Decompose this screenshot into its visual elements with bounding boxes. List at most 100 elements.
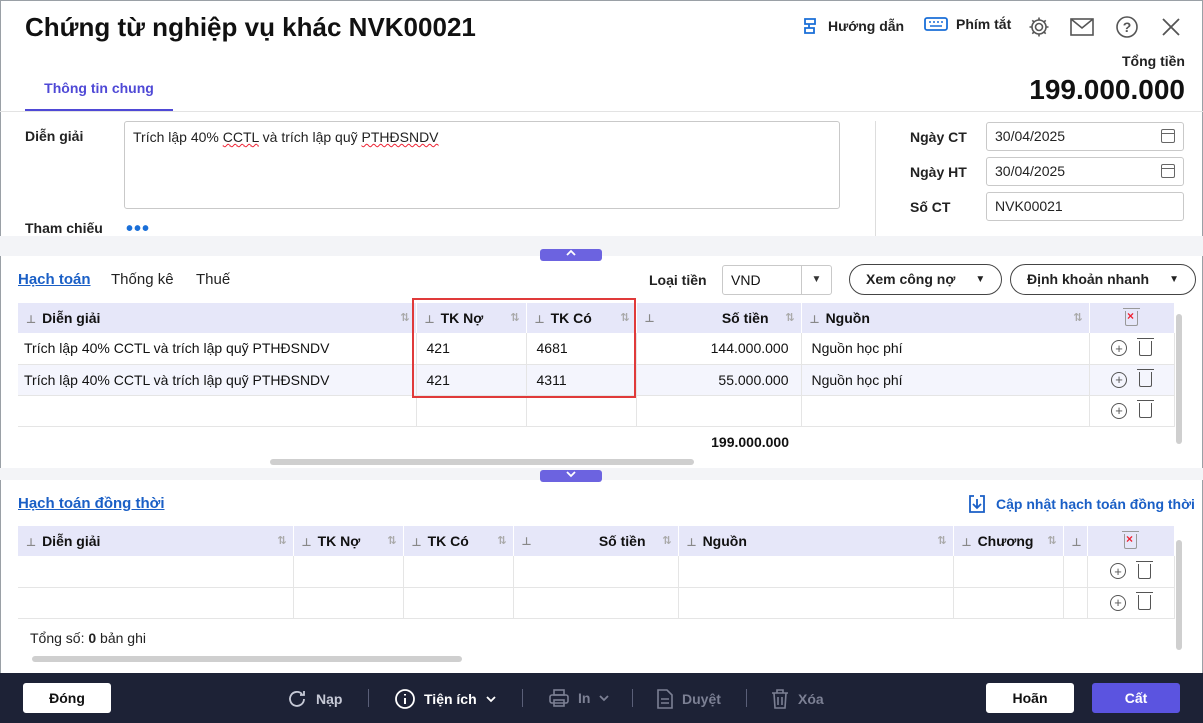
column-header-description[interactable]: ⊥ Diễn giải ⇅: [18, 303, 417, 333]
approve-button[interactable]: Duyệt: [656, 688, 721, 710]
cancel-button[interactable]: Hoãn: [986, 683, 1074, 713]
column-header-actions: [1089, 303, 1175, 333]
page-title: Chứng từ nghiệp vụ khác NVK00021: [25, 12, 476, 42]
cell-source[interactable]: Nguồn học phí: [801, 333, 1090, 365]
currency-select[interactable]: VND ▼: [722, 265, 832, 295]
column-header-actions: [1087, 526, 1175, 556]
column-header-source[interactable]: ⊥ Nguồn ⇅: [801, 303, 1090, 333]
description-text-part: CCTL: [222, 129, 259, 145]
chevron-down-icon: [566, 471, 576, 478]
printer-icon: [549, 689, 569, 707]
reference-label: Tham chiếu: [25, 220, 103, 236]
add-row-icon[interactable]: +: [1111, 340, 1127, 357]
tab-general-info[interactable]: Thông tin chung: [25, 70, 173, 112]
column-header-pin[interactable]: ⊥: [1063, 526, 1088, 556]
vertical-scrollbar[interactable]: [1176, 314, 1182, 444]
mail-icon[interactable]: [1070, 14, 1096, 40]
quick-entry-button[interactable]: Định khoản nhanh ▼: [1010, 264, 1197, 295]
description-text-part: Trích lập 40%: [133, 129, 223, 145]
add-row-icon[interactable]: +: [1111, 402, 1127, 419]
svg-text:?: ?: [1123, 19, 1132, 35]
delete-all-icon[interactable]: [1122, 530, 1139, 549]
chevron-down-icon: [486, 696, 496, 703]
approve-label: Duyệt: [682, 691, 721, 707]
chevron-down-icon: [599, 695, 610, 702]
guide-label: Hướng dẫn: [828, 18, 905, 34]
reload-icon: [289, 691, 305, 707]
field-divider: [875, 121, 876, 236]
doc-no-field[interactable]: NVK00021: [986, 192, 1184, 221]
currency-label: Loại tiền: [649, 272, 707, 288]
cell-description[interactable]: Trích lập 40% CCTL và trích lập quỹ PTHĐ…: [18, 333, 417, 365]
calendar-icon[interactable]: [1161, 164, 1175, 178]
collapse-toggle[interactable]: [540, 249, 602, 261]
view-debt-button[interactable]: Xem công nợ ▼: [849, 264, 1003, 295]
horizontal-scrollbar[interactable]: [18, 655, 1174, 663]
utilities-button[interactable]: Tiện ích: [394, 688, 497, 710]
toolbar-separator: [746, 689, 747, 707]
total-label: Tổng tiền: [1122, 53, 1185, 69]
description-input[interactable]: Trích lập 40% CCTL và trích lập quỹ PTHĐ…: [124, 121, 840, 209]
document-icon: [657, 689, 673, 709]
add-row-icon[interactable]: +: [1110, 594, 1126, 611]
table-row-empty[interactable]: +: [18, 395, 1175, 427]
tab-statistics[interactable]: Thống kê: [111, 271, 174, 288]
column-header-credit[interactable]: ⊥ TK Có ⇅: [403, 526, 514, 556]
description-text-part: và trích lập quỹ: [258, 129, 362, 145]
horizontal-scrollbar[interactable]: [18, 458, 1174, 466]
save-button[interactable]: Cất: [1092, 683, 1180, 713]
tab-divider: [0, 111, 1203, 112]
reload-button[interactable]: Nạp: [286, 688, 342, 710]
guide-button[interactable]: Hướng dẫn: [800, 16, 904, 36]
close-icon[interactable]: [1158, 14, 1184, 40]
add-row-icon[interactable]: +: [1111, 371, 1127, 388]
date-ct-field[interactable]: 30/04/2025: [986, 122, 1184, 151]
scrollbar-thumb[interactable]: [270, 459, 694, 465]
table-row-empty[interactable]: +: [18, 556, 1175, 588]
delete-button[interactable]: Xóa: [770, 688, 824, 710]
tab-tax[interactable]: Thuế: [196, 271, 230, 288]
concurrent-title[interactable]: Hạch toán đồng thời: [18, 495, 164, 512]
chevron-down-icon: ▼: [1169, 274, 1180, 285]
cell-source[interactable]: Nguồn học phí: [801, 364, 1090, 396]
tab-accounting[interactable]: Hạch toán: [18, 271, 91, 288]
doc-no-label: Số CT: [910, 199, 951, 215]
cell-amount[interactable]: 144.000.000: [636, 333, 802, 365]
column-header-chapter[interactable]: ⊥ Chương ⇅: [953, 526, 1064, 556]
total-value: 199.000.000: [1029, 74, 1185, 105]
trash-icon: [772, 689, 788, 709]
vertical-scrollbar[interactable]: [1176, 540, 1182, 650]
column-header-debit[interactable]: ⊥ TK Nợ ⇅: [293, 526, 404, 556]
column-header-source[interactable]: ⊥ Nguồn ⇅: [678, 526, 954, 556]
scrollbar-thumb[interactable]: [32, 656, 462, 662]
date-ct-value: 30/04/2025: [995, 128, 1066, 144]
table-row-empty[interactable]: +: [18, 587, 1175, 619]
shortcut-button[interactable]: Phím tắt: [924, 16, 1011, 32]
settings-icon[interactable]: [1026, 14, 1052, 40]
calendar-icon[interactable]: [1161, 129, 1175, 143]
delete-all-icon[interactable]: [1123, 307, 1140, 326]
column-header-amount[interactable]: ⊥ Số tiền ⇅: [636, 303, 802, 333]
quick-entry-label: Định khoản nhanh: [1027, 271, 1150, 287]
column-header-description[interactable]: ⊥ Diễn giải ⇅: [18, 526, 294, 556]
delete-row-icon[interactable]: [1137, 337, 1154, 356]
delete-row-icon[interactable]: [1136, 592, 1153, 610]
print-button[interactable]: In: [548, 688, 610, 708]
update-concurrent-link[interactable]: Cập nhật hạch toán đồng thời: [968, 494, 1195, 514]
cell-amount[interactable]: 55.000.000: [636, 364, 802, 396]
delete-row-icon[interactable]: [1137, 369, 1154, 387]
column-header-amount[interactable]: ⊥ Số tiền ⇅: [513, 526, 679, 556]
delete-row-icon[interactable]: [1136, 560, 1153, 579]
reference-more-button[interactable]: •••: [126, 219, 150, 239]
delete-row-icon[interactable]: [1137, 400, 1154, 418]
utilities-label: Tiện ích: [424, 691, 477, 707]
info-icon: [395, 689, 415, 709]
date-ht-field[interactable]: 30/04/2025: [986, 157, 1184, 186]
help-icon[interactable]: ?: [1114, 14, 1140, 40]
dropdown-arrow-icon[interactable]: ▼: [801, 266, 831, 294]
sum-amount: 199.000.000: [711, 433, 789, 450]
close-button[interactable]: Đóng: [23, 683, 111, 713]
expand-toggle[interactable]: [540, 470, 602, 482]
add-row-icon[interactable]: +: [1110, 563, 1126, 580]
cell-description[interactable]: Trích lập 40% CCTL và trích lập quỹ PTHĐ…: [18, 364, 417, 396]
